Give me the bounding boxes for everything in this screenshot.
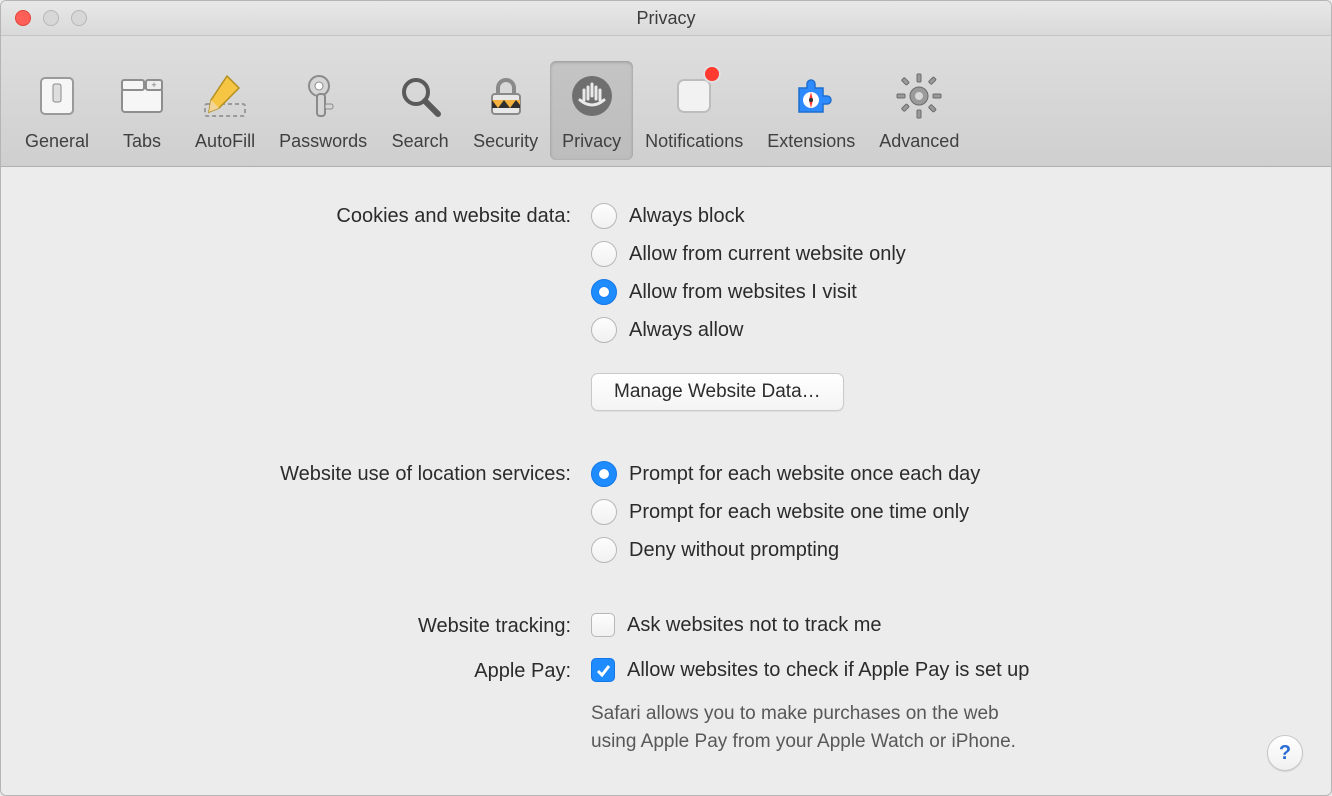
window-title: Privacy: [1, 8, 1331, 29]
applepay-description: Safari allows you to make purchases on t…: [591, 700, 1291, 755]
tab-label: Tabs: [123, 131, 161, 152]
radio-indicator: [591, 537, 617, 563]
checkbox-label: Allow websites to check if Apple Pay is …: [627, 659, 1029, 682]
autofill-icon: [196, 67, 254, 125]
minimize-window-button[interactable]: [43, 10, 59, 26]
tab-label: Search: [392, 131, 449, 152]
cookies-options: Always block Allow from current website …: [591, 203, 1291, 411]
radio-label: Allow from websites I visit: [629, 281, 857, 304]
radio-label: Always block: [629, 205, 745, 228]
tab-security[interactable]: Security: [461, 61, 550, 160]
radio-indicator: [591, 241, 617, 267]
radio-label: Allow from current website only: [629, 243, 906, 266]
radio-label: Deny without prompting: [629, 539, 839, 562]
cookies-label: Cookies and website data:: [41, 203, 571, 228]
location-label: Website use of location services:: [41, 461, 571, 486]
radio-indicator: [591, 317, 617, 343]
checkbox-indicator: [591, 613, 615, 637]
zoom-window-button[interactable]: [71, 10, 87, 26]
cookies-section: Cookies and website data: Always block A…: [41, 203, 1291, 411]
preferences-window: Privacy General + Tabs AutoFill: [0, 0, 1332, 796]
tracking-label: Website tracking:: [41, 613, 571, 638]
location-options: Prompt for each website once each day Pr…: [591, 461, 1291, 563]
close-window-button[interactable]: [15, 10, 31, 26]
checkmark-icon: [595, 662, 611, 678]
radio-indicator: [591, 279, 617, 305]
tab-notifications[interactable]: Notifications: [633, 61, 755, 160]
manage-website-data-button[interactable]: Manage Website Data…: [591, 373, 844, 411]
radio-indicator: [591, 203, 617, 229]
privacy-pane: Cookies and website data: Always block A…: [1, 167, 1331, 795]
extensions-icon: [782, 67, 840, 125]
radio-label: Always allow: [629, 319, 743, 342]
tab-advanced[interactable]: Advanced: [867, 61, 971, 160]
radio-indicator: [591, 461, 617, 487]
help-icon: ?: [1279, 742, 1291, 765]
search-icon: [391, 67, 449, 125]
tab-label: Advanced: [879, 131, 959, 152]
tabs-icon: +: [113, 67, 171, 125]
checkbox-label: Ask websites not to track me: [627, 614, 882, 637]
preferences-toolbar: General + Tabs AutoFill Passwords: [1, 36, 1331, 167]
passwords-icon: [294, 67, 352, 125]
general-icon: [28, 67, 86, 125]
tab-label: Extensions: [767, 131, 855, 152]
advanced-icon: [890, 67, 948, 125]
radio-indicator: [591, 499, 617, 525]
tab-autofill[interactable]: AutoFill: [183, 61, 267, 160]
window-controls: [1, 10, 87, 26]
notifications-icon: [665, 67, 723, 125]
svg-text:+: +: [151, 80, 156, 90]
location-section: Website use of location services: Prompt…: [41, 461, 1291, 563]
tracking-section: Website tracking: Ask websites not to tr…: [41, 613, 1291, 638]
location-option-once-each-day[interactable]: Prompt for each website once each day: [591, 461, 1291, 487]
tab-label: Privacy: [562, 131, 621, 152]
location-option-deny[interactable]: Deny without prompting: [591, 537, 1291, 563]
checkbox-indicator: [591, 658, 615, 682]
applepay-checkbox[interactable]: Allow websites to check if Apple Pay is …: [591, 658, 1291, 682]
tab-extensions[interactable]: Extensions: [755, 61, 867, 160]
help-button[interactable]: ?: [1267, 735, 1303, 771]
radio-label: Prompt for each website once each day: [629, 463, 980, 486]
titlebar: Privacy: [1, 1, 1331, 36]
tab-passwords[interactable]: Passwords: [267, 61, 379, 160]
tab-label: Passwords: [279, 131, 367, 152]
tab-privacy[interactable]: Privacy: [550, 61, 633, 160]
tab-label: Security: [473, 131, 538, 152]
tab-search[interactable]: Search: [379, 61, 461, 160]
applepay-label: Apple Pay:: [41, 658, 571, 683]
applepay-section: Apple Pay: Allow websites to check if Ap…: [41, 658, 1291, 755]
tab-general[interactable]: General: [13, 61, 101, 160]
tab-label: AutoFill: [195, 131, 255, 152]
security-icon: [477, 67, 535, 125]
tab-label: Notifications: [645, 131, 743, 152]
privacy-icon: [563, 67, 621, 125]
cookies-option-always-block[interactable]: Always block: [591, 203, 1291, 229]
cookies-option-websites-i-visit[interactable]: Allow from websites I visit: [591, 279, 1291, 305]
location-option-one-time-only[interactable]: Prompt for each website one time only: [591, 499, 1291, 525]
tab-tabs[interactable]: + Tabs: [101, 61, 183, 160]
radio-label: Prompt for each website one time only: [629, 501, 969, 524]
cookies-option-current-only[interactable]: Allow from current website only: [591, 241, 1291, 267]
tab-label: General: [25, 131, 89, 152]
do-not-track-checkbox[interactable]: Ask websites not to track me: [591, 613, 1291, 637]
cookies-option-always-allow[interactable]: Always allow: [591, 317, 1291, 343]
